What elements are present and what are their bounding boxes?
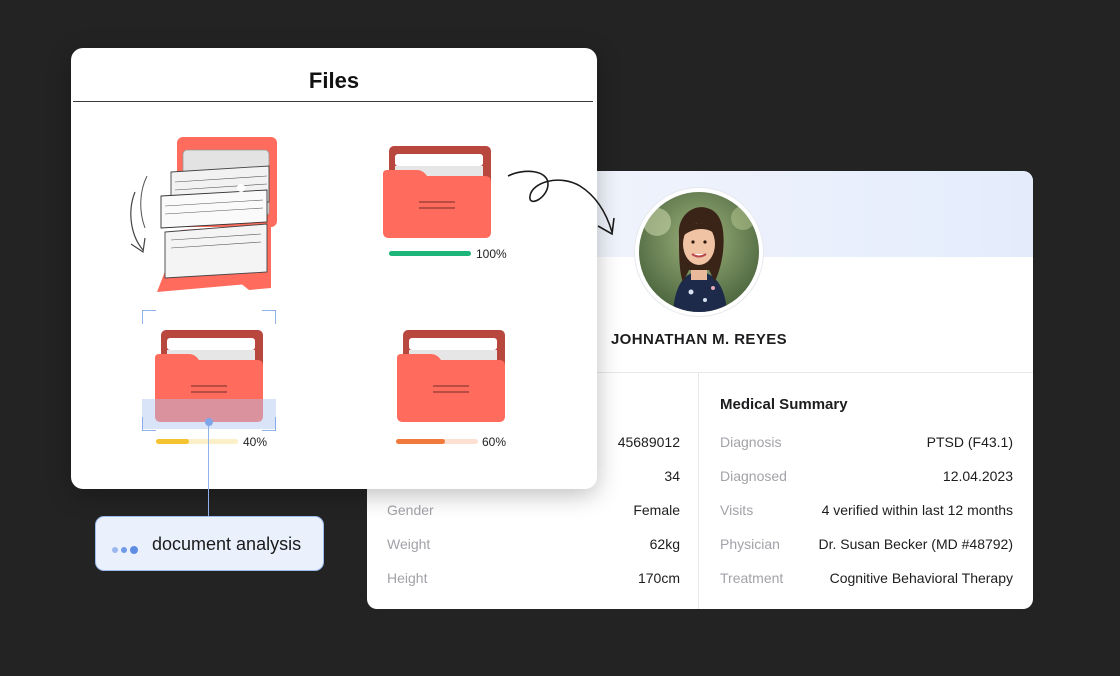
- medical-summary-title: Medical Summary: [720, 396, 848, 413]
- open-folder-icon: [130, 137, 277, 292]
- weight-label: Weight: [387, 536, 431, 552]
- medical-summary-row: Diagnosis PTSD (F43.1): [720, 432, 1013, 452]
- physician-value: Dr. Susan Becker (MD #48792): [818, 536, 1013, 552]
- progress-label: 100%: [476, 247, 507, 261]
- avatar-photo-icon: [639, 192, 759, 312]
- medical-summary-row: Diagnosed 12.04.2023: [720, 466, 1013, 486]
- progress-label: 40%: [243, 435, 268, 449]
- connector-dot: [205, 418, 213, 426]
- progress-bar-in-progress: [396, 439, 478, 444]
- files-title: Files: [308, 68, 360, 93]
- title-divider: [73, 101, 593, 102]
- progress-fill: [396, 439, 446, 444]
- progress-label: 60%: [482, 435, 507, 449]
- file-item-complete[interactable]: [381, 144, 493, 245]
- progress-fill: [389, 251, 471, 256]
- progress-fill: [156, 439, 189, 444]
- document-analysis-label: document analysis: [152, 534, 302, 554]
- visits-label: Visits: [720, 502, 754, 518]
- medical-summary-row: Visits 4 verified within last 12 months: [720, 500, 1013, 520]
- patient-detail-row: Gender Female: [387, 500, 680, 520]
- patient-name: JOHNATHAN M. REYES: [610, 331, 788, 348]
- treatment-label: Treatment: [720, 570, 784, 586]
- patient-detail-row: Height 170cm: [387, 568, 680, 588]
- folder-icon: [383, 146, 491, 238]
- treatment-value: Cognitive Behavioral Therapy: [829, 570, 1013, 586]
- physician-label: Physician: [720, 536, 780, 552]
- medical-summary-row: Treatment Cognitive Behavioral Therapy: [720, 568, 1013, 588]
- divider: [698, 373, 699, 609]
- gender-label: Gender: [387, 502, 434, 518]
- patient-detail-row: Weight 62kg: [387, 534, 680, 554]
- visits-value: 4 verified within last 12 months: [821, 502, 1013, 518]
- folder-icon: [397, 330, 505, 422]
- avatar[interactable]: [635, 188, 763, 316]
- diagnosis-label: Diagnosis: [720, 434, 782, 450]
- dots-icon: [112, 541, 141, 559]
- medical-summary-row: Physician Dr. Susan Becker (MD #48792): [720, 534, 1013, 554]
- diagnosed-value: 12.04.2023: [942, 468, 1013, 484]
- age-value: 34: [664, 468, 680, 484]
- progress-bar-selected: [156, 439, 238, 444]
- diagnosed-label: Diagnosed: [720, 468, 787, 484]
- height-value: 170cm: [637, 570, 680, 586]
- weight-value: 62kg: [649, 536, 680, 552]
- selection-frame[interactable]: [142, 310, 276, 431]
- gender-value: Female: [633, 502, 680, 518]
- height-label: Height: [387, 570, 428, 586]
- diagnosis-value: PTSD (F43.1): [926, 434, 1013, 450]
- patient-id-value: 45689012: [617, 434, 680, 450]
- file-item-in-progress[interactable]: [395, 328, 507, 429]
- document-analysis-tag[interactable]: document analysis: [95, 516, 324, 571]
- progress-bar-complete: [389, 251, 471, 256]
- curly-arrow-icon: [507, 170, 615, 236]
- connector-line: [208, 426, 209, 517]
- file-item-opening[interactable]: [121, 132, 281, 307]
